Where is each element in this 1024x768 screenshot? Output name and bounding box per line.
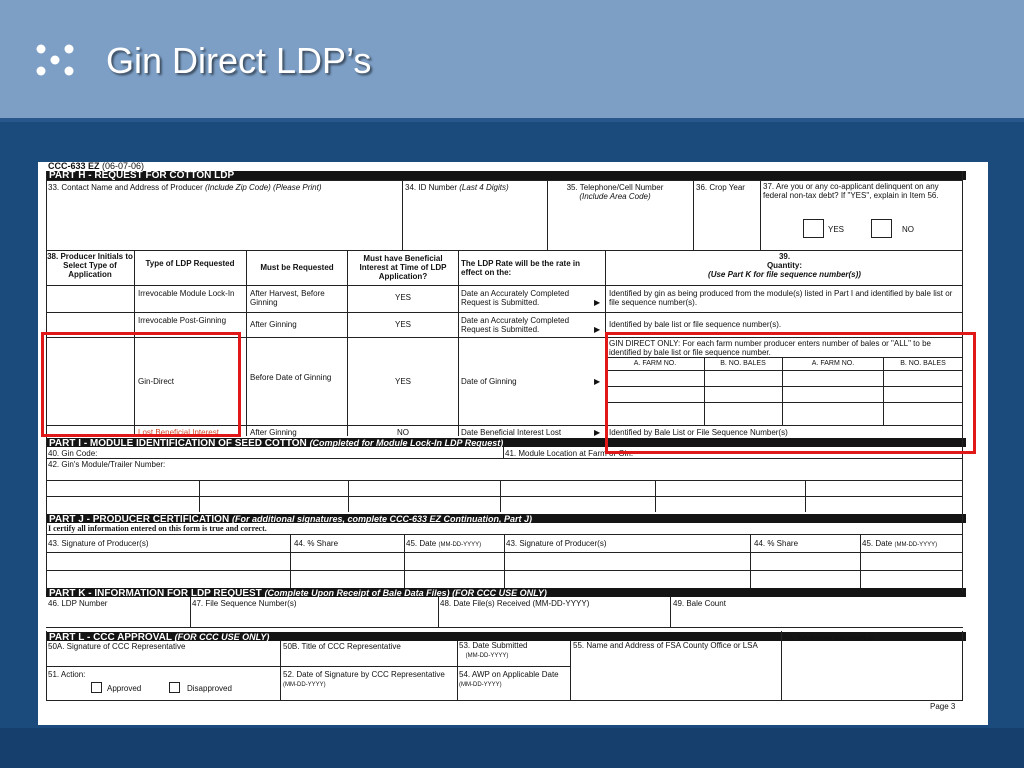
row3-rate: Date of Ginning: [461, 377, 517, 386]
field-56-label: 56. Additional Information: [784, 634, 875, 643]
approved-checkbox[interactable]: [91, 682, 102, 693]
yes-label: YES: [828, 225, 845, 234]
row4-rate: Date Beneficial Interest Lost: [461, 428, 562, 437]
field-42-label: 42. Gin's Module/Trailer Number:: [48, 460, 166, 469]
field-43-label: 43. Signature of Producer(s): [48, 539, 149, 548]
row1-must: After Harvest, Before Ginning: [250, 289, 325, 307]
part-h-header: PART H - REQUEST FOR COTTON LDP: [46, 171, 966, 180]
page-number: Page 3: [930, 702, 956, 711]
highlight-initials-gin-direct: [41, 332, 241, 437]
field-49-label: 49. Bale Count: [673, 599, 726, 608]
col-38-header: 38. Producer Initials to Select Type of …: [47, 252, 133, 279]
row2-type: Irrevocable Post-Ginning: [138, 316, 227, 325]
field-35-label: 35. Telephone/Cell Number (Include Area C…: [566, 183, 664, 201]
disapproved-label: Disapproved: [187, 684, 232, 693]
row4-arrow-icon: ▶: [594, 428, 601, 437]
field-54-label: 54. AWP on Applicable Date (MM-DD-YYYY): [459, 670, 559, 688]
field-44-label: 44. % Share: [294, 539, 339, 548]
highlight-gin-direct-quantity: [605, 332, 976, 454]
row4-beneficial: NO: [397, 428, 409, 437]
field-51-label: 51. Action:: [48, 670, 86, 679]
field-44b-label: 44. % Share: [754, 539, 799, 548]
field-43b-label: 43. Signature of Producer(s): [506, 539, 607, 548]
field-53-label: 53. Date Submitted (MM-DD-YYYY): [459, 641, 528, 659]
slide-title: Gin Direct LDP’s: [106, 40, 372, 81]
row1-beneficial: YES: [394, 293, 411, 302]
form-id: CCC-633 EZ (06-07-06): [48, 162, 145, 171]
row1-rate: Date an Accurately Completed Request is …: [461, 289, 570, 307]
certification-text: I certify all information entered on thi…: [48, 524, 267, 533]
ccc-633-form-image: CCC-633 EZ (06-07-06) PART H - REQUEST F…: [38, 162, 988, 725]
row3-must: Before Date of Ginning: [250, 373, 332, 382]
slide-title-bar: Gin Direct LDP’s: [0, 0, 1024, 118]
field-50a-label: 50A. Signature of CCC Representative: [48, 642, 186, 651]
row4-must: After Ginning: [250, 428, 297, 437]
four-dot-bullet-icon: [36, 44, 74, 76]
row2-rate: Date an Accurately Completed Request is …: [461, 316, 570, 334]
field-34-label: 34. ID Number (Last 4 Digits): [405, 183, 509, 192]
part-j-header: PART J - PRODUCER CERTIFICATION (For add…: [46, 514, 966, 523]
field-37-label: 37. Are you or any co-applicant delinque…: [763, 182, 939, 200]
disapproved-checkbox[interactable]: [169, 682, 180, 693]
field-45-label: 45. Date (MM-DD-YYYY): [406, 539, 482, 548]
col-rate-header: The LDP Rate will be the rate in effect …: [461, 259, 580, 277]
yes-checkbox[interactable]: [803, 219, 824, 238]
row2-arrow-icon: ▶: [594, 325, 601, 334]
col-beneficial-header: Must have Beneficial Interest at Time of…: [359, 254, 447, 281]
title-divider: [0, 118, 1024, 122]
field-45b-label: 45. Date (MM-DD-YYYY): [862, 539, 938, 548]
field-33-label: 33. Contact Name and Address of Producer…: [48, 183, 322, 192]
row1-arrow-icon: ▶: [594, 298, 601, 307]
field-52-label: 52. Date of Signature by CCC Representat…: [283, 670, 445, 688]
field-55-label: 55. Name and Address of FSA County Offic…: [573, 641, 758, 650]
row3-arrow-icon: ▶: [594, 377, 601, 386]
row3-beneficial: YES: [394, 377, 411, 386]
row1-quantity: Identified by gin as being produced from…: [609, 289, 953, 307]
no-label: NO: [902, 225, 914, 234]
field-47-label: 47. File Sequence Number(s): [192, 599, 297, 608]
approved-label: Approved: [107, 684, 142, 693]
row2-quantity: Identified by bale list or file sequence…: [609, 320, 782, 329]
field-46-label: 46. LDP Number: [48, 599, 108, 608]
row2-must: After Ginning: [250, 320, 297, 329]
slide-footer-band: [0, 728, 1024, 768]
no-checkbox[interactable]: [871, 219, 892, 238]
field-48-label: 48. Date File(s) Received (MM-DD-YYYY): [440, 599, 590, 608]
row1-type: Irrevocable Module Lock-In: [138, 289, 235, 298]
part-k-header: PART K - INFORMATION FOR LDP REQUEST (Co…: [46, 588, 966, 597]
col-type-header: Type of LDP Requested: [145, 259, 235, 268]
col-must-header: Must be Requested: [260, 263, 334, 272]
row2-beneficial: YES: [394, 320, 411, 329]
col-39-header: 39. Quantity: (Use Part K for file sequenc…: [708, 252, 861, 279]
field-40-label: 40. Gin Code:: [48, 449, 98, 458]
field-36-label: 36. Crop Year: [696, 183, 745, 192]
field-50b-label: 50B. Title of CCC Representative: [283, 642, 401, 651]
